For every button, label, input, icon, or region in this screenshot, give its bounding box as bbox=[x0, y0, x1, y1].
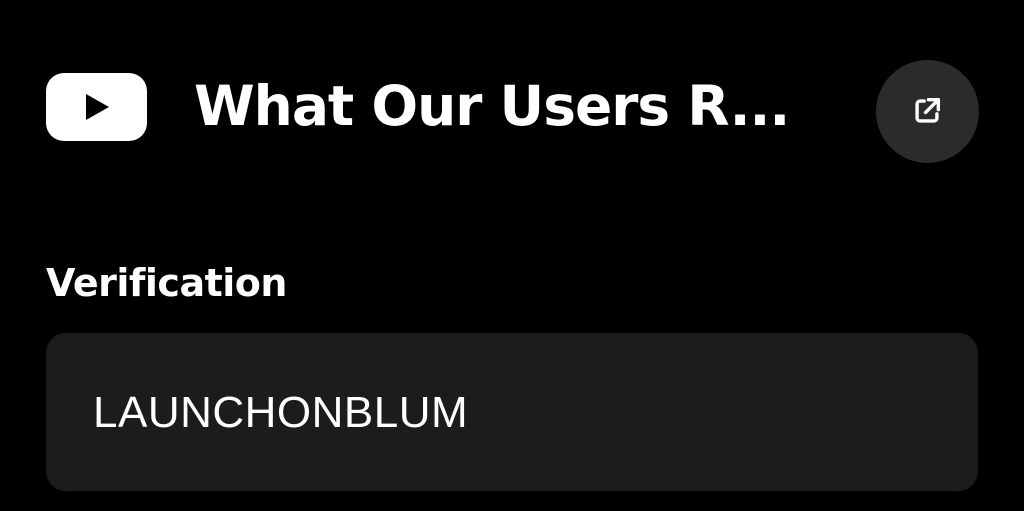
open-external-icon bbox=[915, 97, 941, 123]
verification-code-field[interactable]: LAUNCHONBLUM bbox=[46, 333, 978, 491]
verification-code-value: LAUNCHONBLUM bbox=[93, 388, 469, 437]
verification-label: Verification bbox=[46, 261, 287, 305]
youtube-play-icon bbox=[46, 73, 147, 141]
video-task-panel: What Our Users R... Verification LAUNCHO… bbox=[0, 0, 1024, 511]
video-title: What Our Users R... bbox=[194, 74, 790, 138]
open-video-button[interactable] bbox=[876, 60, 979, 163]
video-header: What Our Users R... bbox=[46, 60, 980, 163]
